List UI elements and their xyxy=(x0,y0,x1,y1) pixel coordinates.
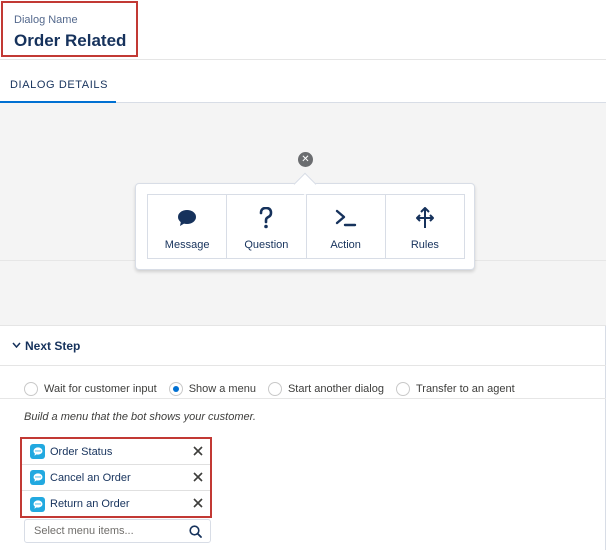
canvas-divider xyxy=(0,398,606,399)
tab-dialog-details[interactable]: DIALOG DETAILS xyxy=(0,60,116,104)
tab-dialog-details-label: DIALOG DETAILS xyxy=(10,79,109,91)
palette-item-label: Question xyxy=(244,239,289,251)
radio-label: Wait for customer input xyxy=(44,383,157,395)
chevron-down-icon[interactable] xyxy=(12,342,21,348)
radio-start-dialog[interactable]: Start another dialog xyxy=(267,382,384,396)
menu-items-list: Order Status Cancel an Order Return an O… xyxy=(20,437,212,518)
chat-bubble-icon xyxy=(30,444,45,459)
step-palette: Message Question Action Rules xyxy=(135,183,475,270)
radio-label: Transfer to an agent xyxy=(415,383,515,395)
palette-item-action[interactable]: Action xyxy=(307,195,386,258)
menu-item[interactable]: Order Status xyxy=(22,439,210,465)
chat-bubble-icon xyxy=(30,496,45,512)
radio-button[interactable] xyxy=(395,382,410,396)
close-palette-icon[interactable]: ✕ xyxy=(298,152,313,167)
tab-bar: DIALOG DETAILS xyxy=(0,60,606,104)
remove-icon[interactable] xyxy=(192,497,204,509)
search-input[interactable] xyxy=(34,520,184,542)
radio-label: Start another dialog xyxy=(287,383,384,395)
menu-item-label: Cancel an Order xyxy=(50,471,131,484)
dialog-header: Dialog Name Order Related xyxy=(0,0,606,60)
palette-item-label: Message xyxy=(164,239,210,251)
speech-bubble-icon xyxy=(177,207,197,229)
dialog-name-label: Dialog Name xyxy=(14,14,78,26)
menu-item-label: Return an Order xyxy=(50,498,130,510)
next-step-options: Wait for customer input Show a menu Star… xyxy=(24,381,527,397)
menu-item[interactable]: Cancel an Order xyxy=(22,465,210,491)
remove-icon[interactable] xyxy=(192,445,204,457)
menu-item-label: Order Status xyxy=(50,445,113,458)
palette-item-label: Action xyxy=(330,239,361,251)
question-mark-icon xyxy=(259,207,273,229)
menu-item[interactable]: Return an Order xyxy=(22,491,210,517)
menu-items-search xyxy=(24,519,211,543)
palette-item-rules[interactable]: Rules xyxy=(386,195,464,258)
palette-item-message[interactable]: Message xyxy=(148,195,228,258)
menu-hint-text: Build a menu that the bot shows your cus… xyxy=(24,411,256,423)
radio-button-selected[interactable] xyxy=(168,382,183,396)
radio-button[interactable] xyxy=(267,382,282,396)
remove-icon[interactable] xyxy=(192,471,204,483)
search-icon[interactable] xyxy=(189,525,202,538)
radio-transfer-agent[interactable]: Transfer to an agent xyxy=(395,382,515,396)
chat-bubble-icon xyxy=(30,470,45,485)
radio-wait-for-input[interactable]: Wait for customer input xyxy=(24,382,157,396)
step-palette-grid: Message Question Action Rules xyxy=(147,194,465,259)
palette-item-question[interactable]: Question xyxy=(227,195,307,258)
dialog-name-value[interactable]: Order Related xyxy=(14,30,136,52)
next-step-section-header[interactable]: Next Step xyxy=(0,325,606,366)
dialog-name-highlight[interactable]: Dialog Name Order Related xyxy=(1,1,138,57)
next-step-title: Next Step xyxy=(25,339,81,353)
radio-button[interactable] xyxy=(24,382,38,396)
radio-label: Show a menu xyxy=(188,383,256,395)
palette-item-label: Rules xyxy=(410,239,439,251)
radio-show-menu[interactable]: Show a menu xyxy=(168,382,256,396)
split-arrows-icon xyxy=(414,207,436,229)
terminal-prompt-icon xyxy=(335,207,357,229)
